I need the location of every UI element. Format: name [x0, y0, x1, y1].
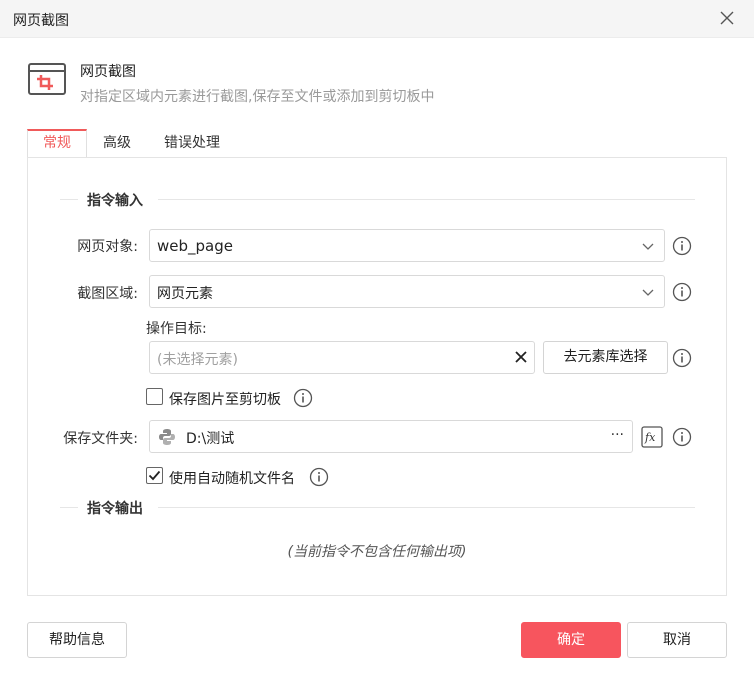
crop-screenshot-icon [28, 63, 66, 95]
section-divider [60, 199, 78, 200]
auto-filename-checkbox[interactable] [146, 467, 163, 484]
check-icon [148, 470, 161, 481]
clear-icon[interactable] [514, 350, 528, 364]
empty-output-text: (当前指令不包含任何输出项) [287, 544, 467, 560]
section-divider [158, 199, 695, 200]
section-divider [158, 507, 695, 508]
svg-text:fx: fx [644, 431, 656, 444]
web-object-select[interactable]: web_page [149, 229, 665, 262]
chevron-down-icon [642, 289, 654, 296]
info-icon[interactable] [309, 467, 329, 487]
chevron-down-icon [642, 243, 654, 250]
capture-area-select[interactable]: 网页元素 [149, 275, 665, 308]
help-button[interactable]: 帮助信息 [27, 622, 127, 658]
target-element-field[interactable]: (未选择元素) [149, 341, 535, 374]
tab-error-handling[interactable]: 错误处理 [153, 129, 231, 158]
fx-icon[interactable]: fx [641, 426, 663, 448]
cancel-button[interactable]: 取消 [627, 622, 727, 658]
info-icon[interactable] [672, 282, 692, 302]
web-object-value: web_page [157, 237, 233, 255]
command-description: 对指定区域内元素进行截图,保存至文件或添加到剪切板中 [80, 89, 435, 105]
save-clipboard-label: 保存图片至剪切板 [169, 392, 281, 408]
settings-panel [27, 157, 727, 596]
title-bar: 网页截图 [0, 0, 754, 38]
save-folder-label: 保存文件夹: [63, 431, 138, 447]
ok-button[interactable]: 确定 [521, 622, 621, 658]
info-icon[interactable] [672, 236, 692, 256]
info-icon[interactable] [672, 348, 692, 368]
close-icon[interactable] [718, 9, 736, 27]
save-clipboard-checkbox[interactable] [146, 388, 163, 405]
section-divider [60, 507, 78, 508]
target-label: 操作目标: [146, 321, 207, 337]
save-folder-field[interactable]: D:\测试 ··· [149, 420, 633, 453]
capture-area-value: 网页元素 [157, 286, 213, 302]
browse-folder-button[interactable]: ··· [611, 427, 624, 443]
save-folder-value: D:\测试 [186, 431, 235, 447]
web-object-label: 网页对象: [77, 239, 138, 255]
window-title: 网页截图 [13, 13, 69, 29]
auto-filename-label: 使用自动随机文件名 [169, 471, 295, 487]
command-name: 网页截图 [80, 64, 136, 80]
input-section-title: 指令输入 [87, 193, 143, 209]
info-icon[interactable] [672, 427, 692, 447]
output-section-title: 指令输出 [87, 501, 143, 517]
target-placeholder: (未选择元素) [157, 352, 238, 368]
python-icon [159, 429, 175, 445]
tab-advanced[interactable]: 高级 [89, 129, 145, 158]
element-library-button[interactable]: 去元素库选择 [543, 341, 668, 374]
info-icon[interactable] [293, 388, 313, 408]
capture-area-label: 截图区域: [77, 286, 138, 302]
tab-general[interactable]: 常规 [27, 129, 87, 158]
